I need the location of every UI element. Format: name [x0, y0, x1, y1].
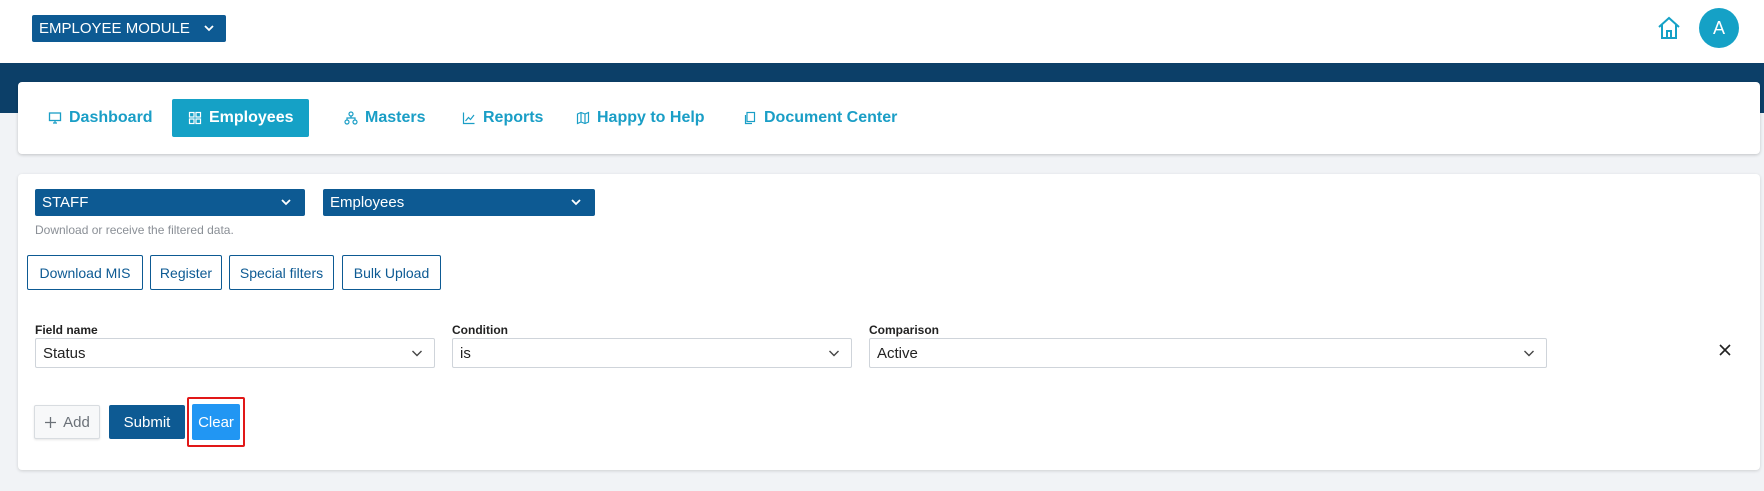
- nav-item-dashboard[interactable]: Dashboard: [38, 99, 163, 137]
- nav-item-label: Document Center: [764, 109, 898, 126]
- condition-label: Condition: [452, 323, 508, 337]
- main-nav: Dashboard Employees Masters Reports Happ…: [18, 82, 1760, 154]
- category-select[interactable]: STAFF: [35, 189, 305, 216]
- condition-value: is: [460, 344, 471, 362]
- download-mis-button[interactable]: Download MIS: [27, 255, 143, 290]
- nav-item-label: Happy to Help: [597, 109, 705, 126]
- category-select-value: STAFF: [42, 194, 89, 211]
- entity-select[interactable]: Employees: [323, 189, 595, 216]
- entity-select-value: Employees: [330, 194, 405, 211]
- comparison-label: Comparison: [869, 323, 940, 337]
- chevron-down-icon: [281, 199, 291, 206]
- chevron-down-icon: [1524, 350, 1534, 357]
- chevron-down-icon: [204, 25, 214, 32]
- grid-icon: [188, 111, 202, 125]
- nav-item-masters[interactable]: Masters: [334, 99, 435, 137]
- chart-line-icon: [462, 112, 475, 125]
- register-button[interactable]: Register: [150, 255, 222, 290]
- filter-hint: Download or receive the filtered data.: [35, 223, 234, 237]
- special-filters-button[interactable]: Special filters: [229, 255, 334, 290]
- nav-item-reports[interactable]: Reports: [452, 99, 553, 137]
- comparison-select[interactable]: Active: [869, 338, 1547, 368]
- nav-item-happy-to-help[interactable]: Happy to Help: [566, 99, 715, 137]
- avatar[interactable]: A: [1699, 8, 1739, 48]
- module-selector[interactable]: EMPLOYEE MODULE: [32, 15, 226, 42]
- field-name-label: Field name: [35, 323, 98, 337]
- condition-select[interactable]: is: [452, 338, 852, 368]
- bulk-upload-button[interactable]: Bulk Upload: [342, 255, 441, 290]
- nav-item-label: Dashboard: [69, 109, 153, 126]
- home-icon[interactable]: [1655, 14, 1683, 42]
- documents-icon: [744, 111, 756, 125]
- comparison-value: Active: [877, 344, 918, 362]
- chevron-down-icon: [412, 350, 422, 357]
- plus-icon: [45, 416, 57, 428]
- add-condition-button[interactable]: Add: [34, 405, 100, 439]
- nav-item-document-center[interactable]: Document Center: [733, 99, 907, 137]
- chevron-down-icon: [829, 350, 839, 357]
- clear-button[interactable]: Clear: [192, 404, 240, 440]
- filter-panel: STAFF Employees Download or receive the …: [18, 174, 1760, 470]
- submit-button[interactable]: Submit: [109, 405, 185, 439]
- add-button-label: Add: [63, 413, 90, 431]
- top-bar: EMPLOYEE MODULE A: [0, 0, 1764, 63]
- nav-item-label: Reports: [483, 109, 544, 126]
- module-selector-label: EMPLOYEE MODULE: [39, 20, 190, 37]
- nav-item-label: Masters: [365, 109, 426, 126]
- remove-condition-icon[interactable]: [1714, 339, 1736, 361]
- nav-item-label: Employees: [209, 109, 294, 126]
- avatar-initial: A: [1712, 17, 1725, 38]
- monitor-icon: [48, 112, 62, 124]
- hierarchy-icon: [344, 111, 358, 125]
- chevron-down-icon: [571, 199, 581, 206]
- nav-item-employees[interactable]: Employees: [172, 99, 310, 137]
- field-name-value: Status: [43, 344, 86, 362]
- map-icon: [576, 111, 590, 125]
- field-name-select[interactable]: Status: [35, 338, 435, 368]
